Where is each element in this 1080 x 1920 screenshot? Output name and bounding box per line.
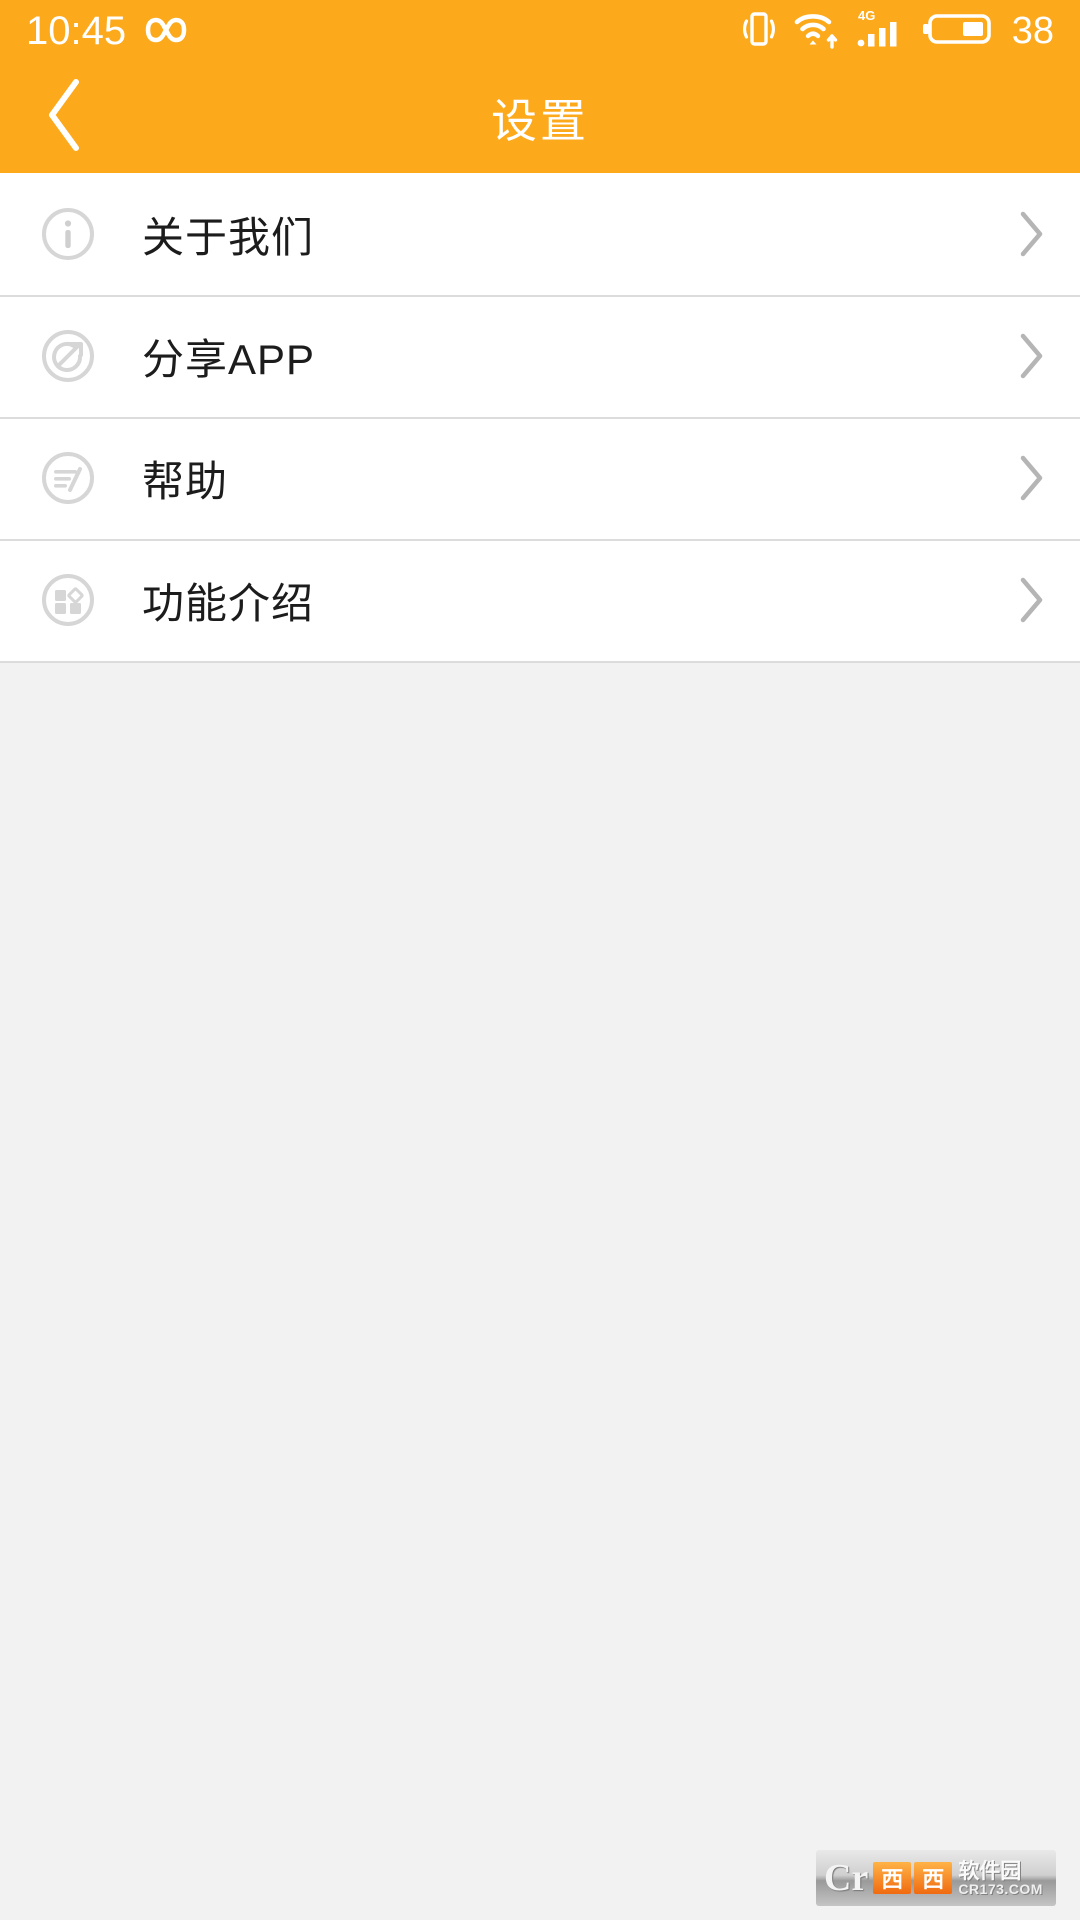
chevron-right-icon [1014,450,1048,506]
battery-percent: 38 [1011,10,1054,52]
list-item-label: 关于我们 [142,213,315,261]
watermark-box-1: 西 [873,1862,912,1894]
settings-list: 关于我们 分享APP 帮助 功能介绍 [0,173,1080,661]
watermark-boxes: 西 西 [873,1862,953,1894]
status-time: 10:45 [26,9,127,53]
infinity-icon [144,11,188,51]
wifi-icon [793,9,839,54]
info-circle-icon [40,206,96,262]
status-bar-left: 10:45 [26,11,188,51]
vibrate-icon [742,9,776,54]
list-item-help[interactable]: 帮助 [0,417,1080,539]
help-lines-icon [40,450,96,506]
chevron-right-icon [1014,572,1048,628]
list-item-about[interactable]: 关于我们 [0,173,1080,295]
list-item-label: 功能介绍 [142,579,315,627]
grid-blocks-icon [40,572,96,628]
watermark-logo-mark: Cr [824,1857,869,1899]
signal-bars-icon: 4G [856,7,906,56]
chevron-right-icon [1014,206,1048,262]
page-body: Cr 西 西 软件园 CR173.COM [0,663,1080,1920]
back-button[interactable] [0,62,130,173]
watermark-text: 软件园 CR173.COM [958,1861,1043,1896]
watermark-url: CR173.COM [958,1880,1043,1897]
list-item-share-app[interactable]: 分享APP [0,295,1080,417]
status-bar-right: 4G 38 [742,7,1054,56]
watermark-cn-name: 软件园 [958,1859,1022,1883]
phone-screen: 10:45 4G 38 设置 关于我们 分享APP 帮助 功能介绍 Cr 西 西… [0,0,1080,1920]
status-bar: 10:45 4G 38 [0,0,1080,62]
back-chevron-icon [42,76,88,159]
list-item-label: 分享APP [142,335,316,383]
list-item-feature-intro[interactable]: 功能介绍 [0,539,1080,661]
share-circle-icon [40,328,96,384]
svg-text:4G: 4G [858,8,875,23]
list-item-label: 帮助 [142,457,229,505]
app-header: 设置 [0,62,1080,173]
page-title: 设置 [491,94,589,147]
battery-icon [922,9,995,54]
watermark-box-2: 西 [914,1862,953,1894]
chevron-right-icon [1014,328,1048,384]
site-watermark: Cr 西 西 软件园 CR173.COM [816,1850,1056,1906]
